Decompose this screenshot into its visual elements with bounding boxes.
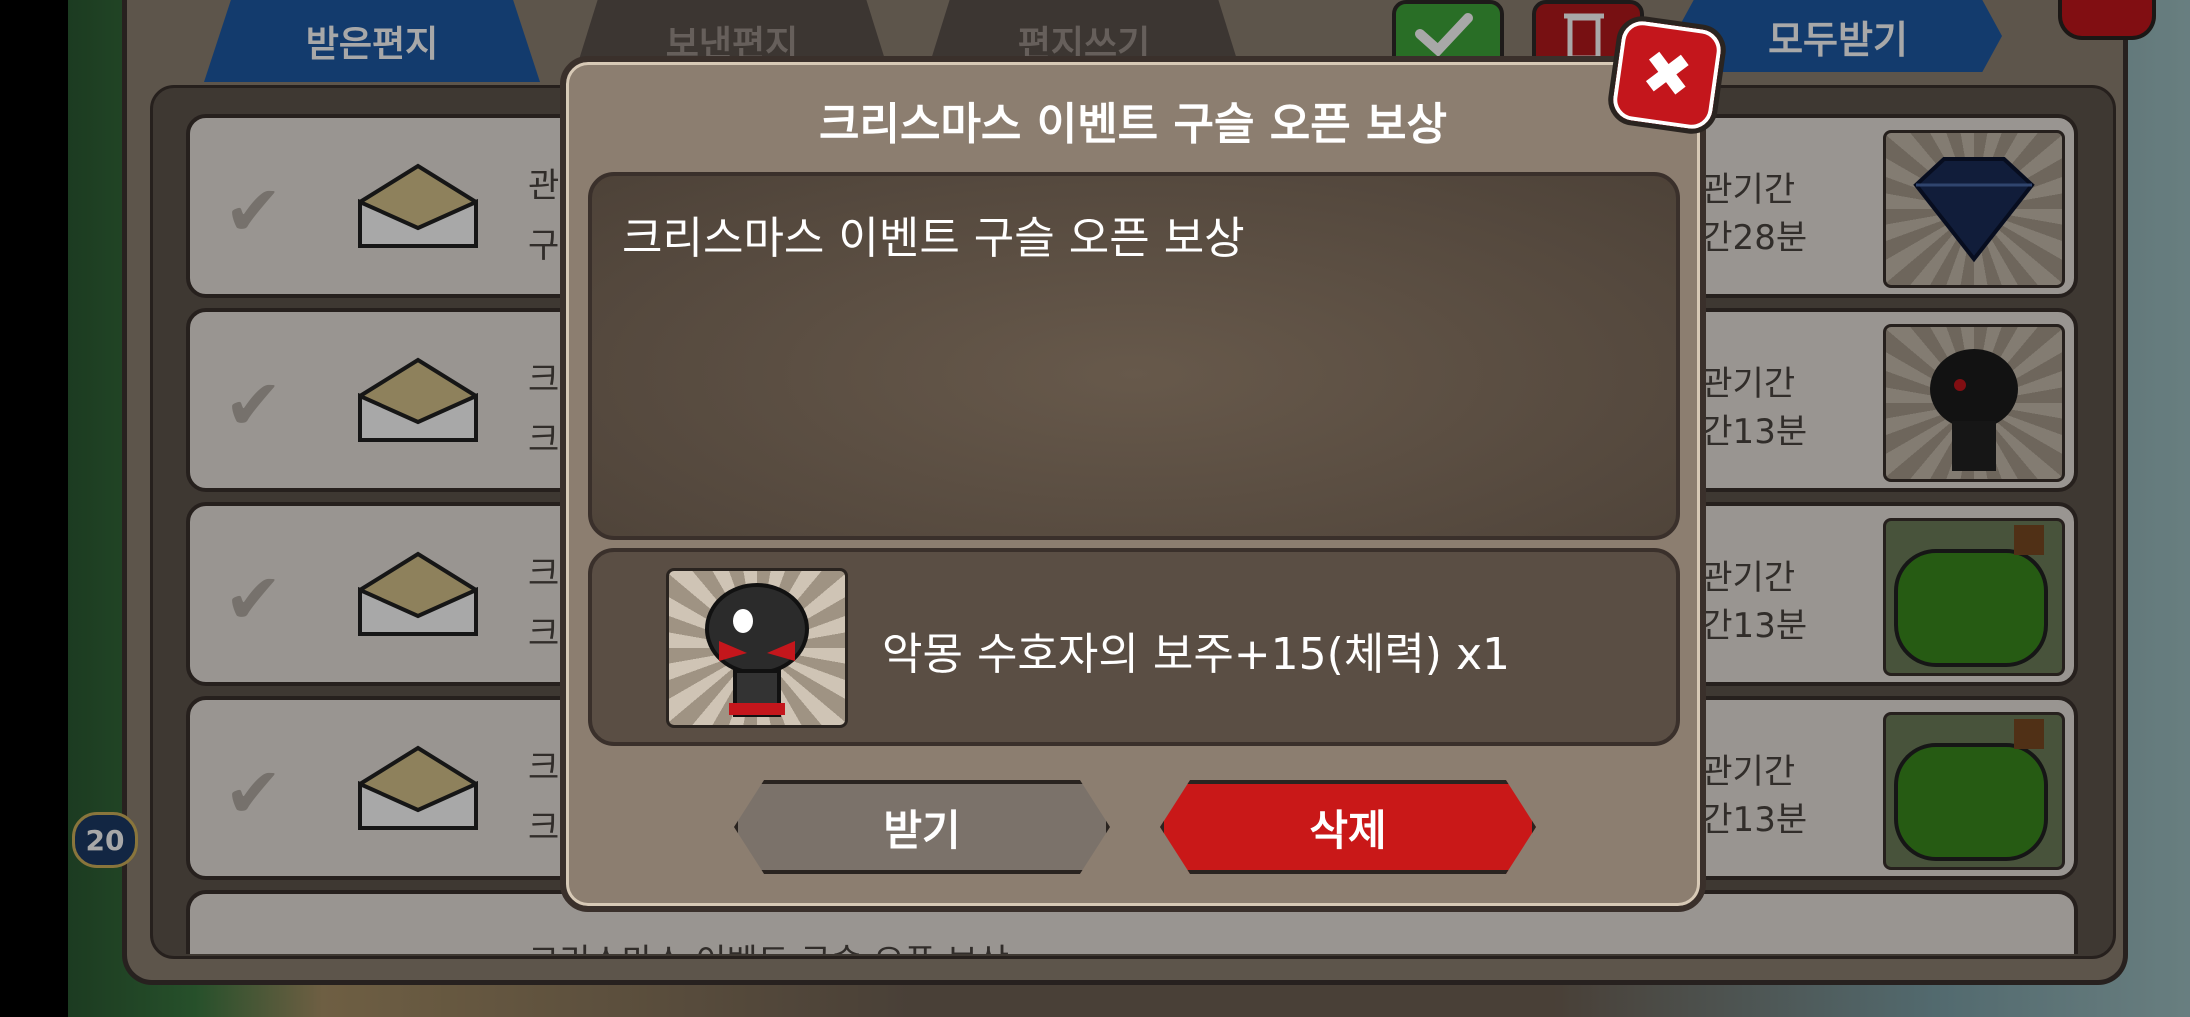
message-box: 크리스마스 이벤트 구슬 오픈 보상 [588, 172, 1680, 540]
game-screen: 받은편지 보낸편지 편지쓰기 모두받기 ✔ 관 구 보관기간 시간28분 ✔ 크… [0, 0, 2190, 1017]
receive-button[interactable]: 받기 [734, 780, 1110, 874]
close-icon: ✖ [1637, 36, 1697, 114]
message-text: 크리스마스 이벤트 구슬 오픈 보상 [622, 213, 1245, 264]
reward-box: 악몽 수호자의 보주+15(체력) x1 [588, 548, 1680, 746]
reward-text: 악몽 수호자의 보주+15(체력) x1 [882, 629, 1510, 680]
delete-button[interactable]: 삭제 [1160, 780, 1536, 874]
reward-dialog: 크리스마스 이벤트 구슬 오픈 보상 크리스마스 이벤트 구슬 오픈 보상 악몽… [560, 56, 1706, 912]
dialog-title: 크리스마스 이벤트 구슬 오픈 보상 [819, 99, 1447, 150]
nightmare-orb-icon [705, 583, 809, 717]
reward-item-icon [666, 568, 848, 728]
dialog-close-button[interactable]: ✖ [1604, 12, 1730, 138]
